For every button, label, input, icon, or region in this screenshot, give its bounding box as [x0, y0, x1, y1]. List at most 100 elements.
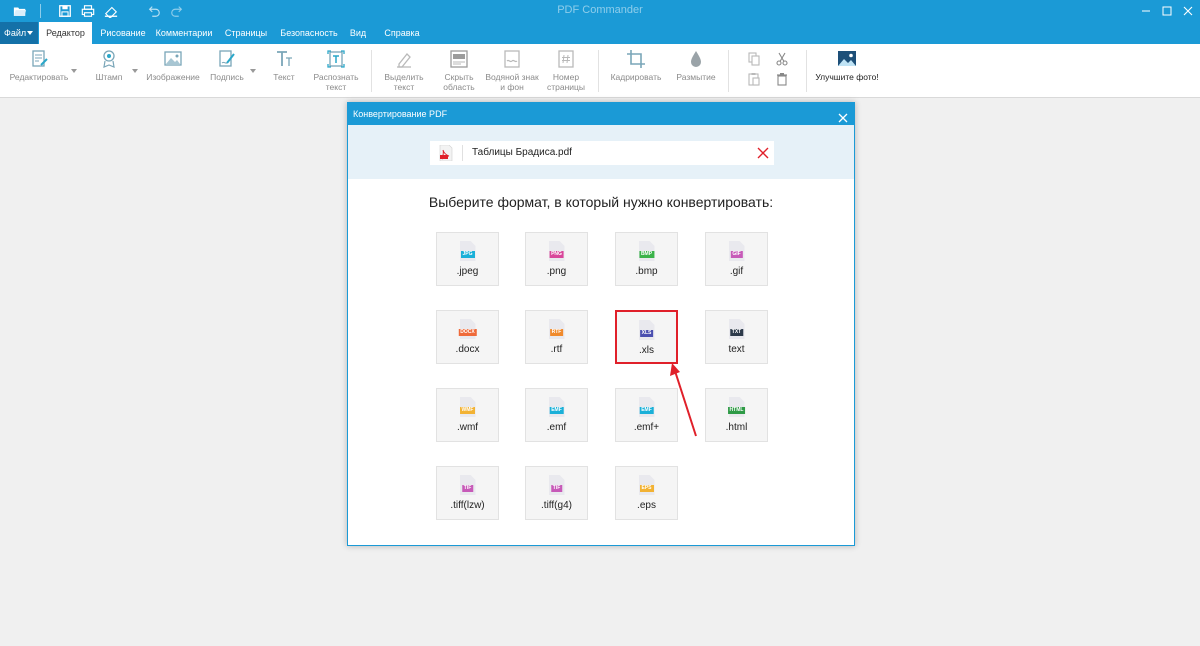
- ribbon-toolbar: Редактировать Штамп Изображение Подпись …: [0, 44, 1200, 98]
- format-option-html[interactable]: HTML .html: [705, 388, 768, 442]
- select-text-label: Выделить текст: [384, 72, 424, 92]
- format-option-docx[interactable]: DOCX .docx: [436, 310, 499, 364]
- dialog-header: Конвертирование PDF: [348, 103, 854, 125]
- format-option-tiff-lzw[interactable]: TIF .tiff(lzw): [436, 466, 499, 520]
- format-option-bmp[interactable]: BMP .bmp: [615, 232, 678, 286]
- chevron-down-icon: [27, 31, 33, 35]
- maximize-icon[interactable]: [1159, 3, 1175, 19]
- format-option-xls[interactable]: XLS .xls: [615, 310, 678, 364]
- file-name: Таблицы Брадиса.pdf: [472, 147, 572, 158]
- tab-drawing[interactable]: Рисование: [95, 22, 151, 44]
- signature-label: Подпись: [210, 72, 244, 82]
- improve-photo-label: Улучшите фото!: [815, 72, 879, 82]
- improve-photo-button[interactable]: Улучшите фото!: [814, 48, 880, 82]
- format-label: .gif: [729, 266, 744, 277]
- image-button[interactable]: Изображение: [146, 48, 200, 82]
- drop-icon: [685, 48, 707, 70]
- page-number-button[interactable]: Номер страницы: [545, 48, 587, 92]
- blur-button[interactable]: Размытие: [674, 48, 718, 82]
- trash-icon[interactable]: [775, 72, 789, 86]
- format-badge: EMF: [639, 407, 654, 414]
- format-badge: BMP: [638, 251, 655, 258]
- format-label: .docx: [455, 344, 480, 355]
- close-icon[interactable]: [1180, 3, 1196, 19]
- format-option-emf[interactable]: EMF .emf+: [615, 388, 678, 442]
- format-label: .bmp: [635, 266, 658, 277]
- page-number-icon: [555, 48, 577, 70]
- chevron-down-icon[interactable]: [132, 69, 138, 73]
- file-separator: [462, 145, 463, 161]
- format-badge: JPG: [460, 251, 475, 258]
- format-badge: XLS: [639, 330, 654, 337]
- hide-area-icon: [448, 48, 470, 70]
- chevron-down-icon[interactable]: [71, 69, 77, 73]
- scissors-icon[interactable]: [775, 52, 789, 66]
- remove-file-icon[interactable]: [757, 147, 769, 159]
- hide-area-label: Скрыть область: [443, 72, 475, 92]
- select-text-button[interactable]: Выделить текст: [383, 48, 425, 92]
- minimize-icon[interactable]: [1138, 3, 1154, 19]
- format-option-emf[interactable]: EMF .emf: [525, 388, 588, 442]
- pdf-file-icon: [439, 144, 453, 162]
- edit-label: Редактировать: [9, 72, 69, 82]
- format-option-gif[interactable]: GIF .gif: [705, 232, 768, 286]
- file-field: Таблицы Брадиса.pdf: [430, 141, 774, 165]
- format-option-wmf[interactable]: WMF .wmf: [436, 388, 499, 442]
- format-badge: EPS: [639, 485, 654, 492]
- text-button[interactable]: Текст: [270, 48, 298, 82]
- tab-security[interactable]: Безопасность: [276, 22, 342, 44]
- convert-pdf-dialog: Конвертирование PDF Таблицы Брадиса.pdf …: [347, 102, 855, 546]
- ribbon-separator: [598, 50, 599, 92]
- tab-file[interactable]: Файл: [0, 22, 38, 44]
- format-label: .tiff(g4): [541, 500, 572, 511]
- tab-comments[interactable]: Комментарии: [153, 22, 215, 44]
- stamp-button[interactable]: Штамп: [90, 48, 128, 82]
- tab-pages[interactable]: Страницы: [221, 22, 271, 44]
- format-option-eps[interactable]: EPS .eps: [615, 466, 678, 520]
- ocr-button[interactable]: Распознать текст: [310, 48, 362, 92]
- format-label: .wmf: [456, 422, 479, 433]
- dialog-heading: Выберите формат, в который нужно конверт…: [428, 194, 774, 210]
- format-option-png[interactable]: PNG .png: [525, 232, 588, 286]
- format-option-rtf[interactable]: RTF .rtf: [525, 310, 588, 364]
- text-label: Текст: [273, 72, 295, 82]
- format-badge: DOCX: [458, 329, 477, 336]
- format-label: .png: [546, 266, 567, 277]
- blur-label: Размытие: [676, 72, 716, 82]
- copy-icon[interactable]: [747, 52, 761, 66]
- stamp-label: Штамп: [95, 72, 123, 82]
- ocr-icon: [325, 48, 347, 70]
- chevron-down-icon[interactable]: [250, 69, 256, 73]
- format-badge: TXT: [729, 329, 744, 336]
- photo-icon: [836, 48, 858, 70]
- crop-label: Кадрировать: [610, 72, 662, 82]
- format-badge: TIF: [550, 485, 563, 492]
- paste-icon[interactable]: [747, 72, 761, 86]
- watermark-label: Водяной знак и фон: [485, 72, 539, 92]
- tab-help[interactable]: Справка: [382, 22, 422, 44]
- edit-button[interactable]: Редактировать: [8, 48, 70, 82]
- format-badge: PNG: [549, 251, 564, 258]
- ribbon-separator: [806, 50, 807, 92]
- image-label: Изображение: [146, 72, 200, 82]
- hide-area-button[interactable]: Скрыть область: [440, 48, 478, 92]
- close-icon[interactable]: [838, 109, 848, 123]
- tab-editor[interactable]: Редактор: [39, 22, 92, 44]
- signature-button[interactable]: Подпись: [208, 48, 246, 82]
- format-option-text[interactable]: TXT text: [705, 310, 768, 364]
- tab-file-label: Файл: [4, 28, 27, 38]
- format-label: .eps: [637, 500, 656, 511]
- format-option-jpeg[interactable]: JPG .jpeg: [436, 232, 499, 286]
- format-option-tiff-g4[interactable]: TIF .tiff(g4): [525, 466, 588, 520]
- crop-button[interactable]: Кадрировать: [610, 48, 662, 82]
- watermark-button[interactable]: Водяной знак и фон: [484, 48, 540, 92]
- image-icon: [162, 48, 184, 70]
- format-label: .jpeg: [456, 266, 479, 277]
- app-title: PDF Commander: [557, 4, 643, 16]
- tab-view[interactable]: Вид: [347, 22, 369, 44]
- title-bar: PDF Commander: [0, 0, 1200, 22]
- format-label: text: [728, 344, 745, 355]
- format-label: .rtf: [550, 344, 563, 355]
- stamp-icon: [98, 48, 120, 70]
- ocr-label: Распознать текст: [313, 72, 359, 92]
